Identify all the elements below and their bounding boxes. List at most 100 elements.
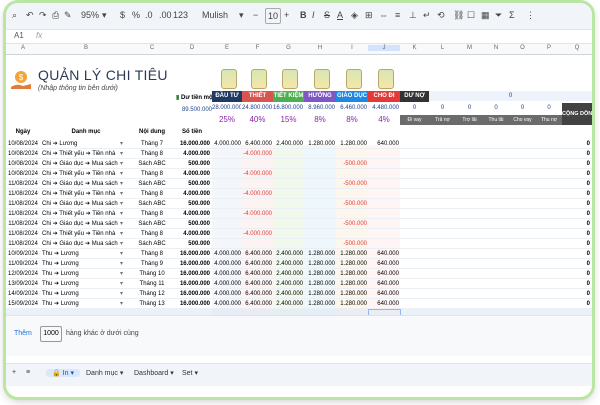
- add-button[interactable]: Thêm: [14, 330, 32, 337]
- cell-date[interactable]: 10/09/2024: [6, 249, 40, 259]
- dropdown-chevron-icon[interactable]: ▾: [120, 199, 128, 209]
- cell-q[interactable]: 0: [562, 229, 590, 239]
- col-header[interactable]: D: [172, 45, 212, 51]
- cell-date[interactable]: 11/08/2024: [6, 229, 40, 239]
- cell-amount[interactable]: 4.000.000: [172, 189, 210, 199]
- cell-g[interactable]: [273, 209, 303, 219]
- comment-icon[interactable]: ☐: [467, 8, 475, 22]
- chart-icon[interactable]: ▦: [481, 8, 490, 22]
- font-size-input[interactable]: 10: [265, 8, 281, 24]
- cell-content[interactable]: Tháng 8: [132, 229, 172, 239]
- valign-icon[interactable]: ⊥: [409, 8, 417, 22]
- col-header[interactable]: G: [273, 45, 304, 51]
- cell-e[interactable]: [212, 199, 241, 209]
- cell-j[interactable]: [368, 149, 399, 159]
- cell-f[interactable]: 6.400.000: [242, 259, 272, 269]
- cell-e[interactable]: 4.000.000: [212, 259, 241, 269]
- redo-icon[interactable]: ↷: [39, 8, 47, 22]
- functions-icon[interactable]: Σ: [509, 8, 515, 22]
- cell-amount[interactable]: 16.000.000: [172, 249, 210, 259]
- search-icon[interactable]: ⌕: [12, 8, 17, 22]
- dropdown-chevron-icon[interactable]: ▾: [120, 169, 128, 179]
- chevron-down-icon[interactable]: ▾: [102, 8, 107, 22]
- col-header[interactable]: F: [242, 45, 273, 51]
- cell-date[interactable]: 10/08/2024: [6, 139, 40, 149]
- cell-cat[interactable]: Thu ➔ Lương: [42, 259, 130, 269]
- cell-e[interactable]: [212, 169, 241, 179]
- cell-h[interactable]: [304, 189, 335, 199]
- col-header[interactable]: E: [212, 45, 242, 51]
- sheet-tab-danh-muc[interactable]: Danh mục ▾: [86, 369, 123, 377]
- cell-content[interactable]: Tháng 8: [132, 249, 172, 259]
- cell-content[interactable]: Tháng 8: [132, 189, 172, 199]
- cell-f[interactable]: [242, 219, 272, 229]
- cell-i[interactable]: 1.280.000: [336, 249, 367, 259]
- cell-f[interactable]: [242, 239, 272, 249]
- cell-i[interactable]: [336, 209, 367, 219]
- cell-g[interactable]: [273, 149, 303, 159]
- dropdown-chevron-icon[interactable]: ▾: [120, 159, 128, 169]
- cell-cat[interactable]: Thu ➔ Lương: [42, 279, 130, 289]
- cell-cat[interactable]: Thu ➔ Lương: [42, 289, 130, 299]
- italic-icon[interactable]: I: [312, 8, 315, 22]
- cell-j[interactable]: [368, 209, 399, 219]
- cell-q[interactable]: 0: [562, 289, 590, 299]
- cell-e[interactable]: 4.000.000: [212, 289, 241, 299]
- cell-content[interactable]: Sách ABC: [132, 159, 172, 169]
- fill-color-icon[interactable]: ◈: [351, 8, 358, 22]
- cell-content[interactable]: Tháng 7: [132, 139, 172, 149]
- dropdown-chevron-icon[interactable]: ▾: [120, 179, 128, 189]
- decrease-font-icon[interactable]: −: [253, 8, 258, 22]
- cell-date[interactable]: 14/09/2024: [6, 289, 40, 299]
- cell-f[interactable]: -4.000.000: [242, 169, 272, 179]
- cell-e[interactable]: [212, 229, 241, 239]
- dropdown-chevron-icon[interactable]: ▾: [120, 269, 128, 279]
- cell-f[interactable]: 6.400.000: [242, 249, 272, 259]
- cell-f[interactable]: 6.400.000: [242, 269, 272, 279]
- cell-e[interactable]: [212, 189, 241, 199]
- cell-h[interactable]: [304, 159, 335, 169]
- increase-font-icon[interactable]: +: [284, 8, 289, 22]
- cell-date[interactable]: 11/09/2024: [6, 259, 40, 269]
- cell-j[interactable]: [368, 159, 399, 169]
- cell-q[interactable]: 0: [562, 279, 590, 289]
- cell-amount[interactable]: 4.000.000: [172, 229, 210, 239]
- cell-date[interactable]: 15/09/2024: [6, 299, 40, 309]
- cell-date[interactable]: 11/08/2024: [6, 209, 40, 219]
- cell-j[interactable]: 640.000: [368, 289, 399, 299]
- cell-date[interactable]: 11/08/2024: [6, 179, 40, 189]
- cell-date[interactable]: 11/08/2024: [6, 239, 40, 249]
- cell-date[interactable]: 10/08/2024: [6, 169, 40, 179]
- print-icon[interactable]: ⎙: [52, 8, 59, 22]
- cell-e[interactable]: 4.000.000: [212, 279, 241, 289]
- cell-g[interactable]: 2.400.000: [273, 279, 303, 289]
- cell-e[interactable]: 4.000.000: [212, 269, 241, 279]
- cell-g[interactable]: [273, 229, 303, 239]
- cell-amount[interactable]: 4.000.000: [172, 169, 210, 179]
- col-header[interactable]: M: [456, 45, 483, 51]
- cell-g[interactable]: [273, 219, 303, 229]
- cell-q[interactable]: 0: [562, 299, 590, 309]
- paint-format-icon[interactable]: ✎: [64, 8, 72, 22]
- borders-icon[interactable]: ⊞: [365, 8, 373, 22]
- cell-j[interactable]: 640.000: [368, 279, 399, 289]
- cell-content[interactable]: Tháng 8: [132, 149, 172, 159]
- cell-f[interactable]: [242, 179, 272, 189]
- cell-f[interactable]: 6.400.000: [242, 299, 272, 309]
- cell-cat[interactable]: Chi ➔ Thiết yếu ➔ Tiền nhà: [42, 189, 130, 199]
- dropdown-chevron-icon[interactable]: ▾: [120, 189, 128, 199]
- cell-h[interactable]: [304, 169, 335, 179]
- cell-i[interactable]: 1.280.000: [336, 299, 367, 309]
- cell-g[interactable]: [273, 239, 303, 249]
- cell-cat[interactable]: Chi ➔ Thiết yếu ➔ Tiền nhà: [42, 209, 130, 219]
- merge-icon[interactable]: ⇔: [379, 8, 388, 22]
- cell-date[interactable]: 11/08/2024: [6, 219, 40, 229]
- col-header[interactable]: H: [304, 45, 336, 51]
- cell-amount[interactable]: 500.000: [172, 239, 210, 249]
- cell-h[interactable]: 1.280.000: [304, 249, 335, 259]
- cell-e[interactable]: [212, 159, 241, 169]
- dropdown-chevron-icon[interactable]: ▾: [120, 289, 128, 299]
- cell-j[interactable]: [368, 229, 399, 239]
- cell-amount[interactable]: 16.000.000: [172, 269, 210, 279]
- col-header[interactable]: C: [132, 45, 172, 51]
